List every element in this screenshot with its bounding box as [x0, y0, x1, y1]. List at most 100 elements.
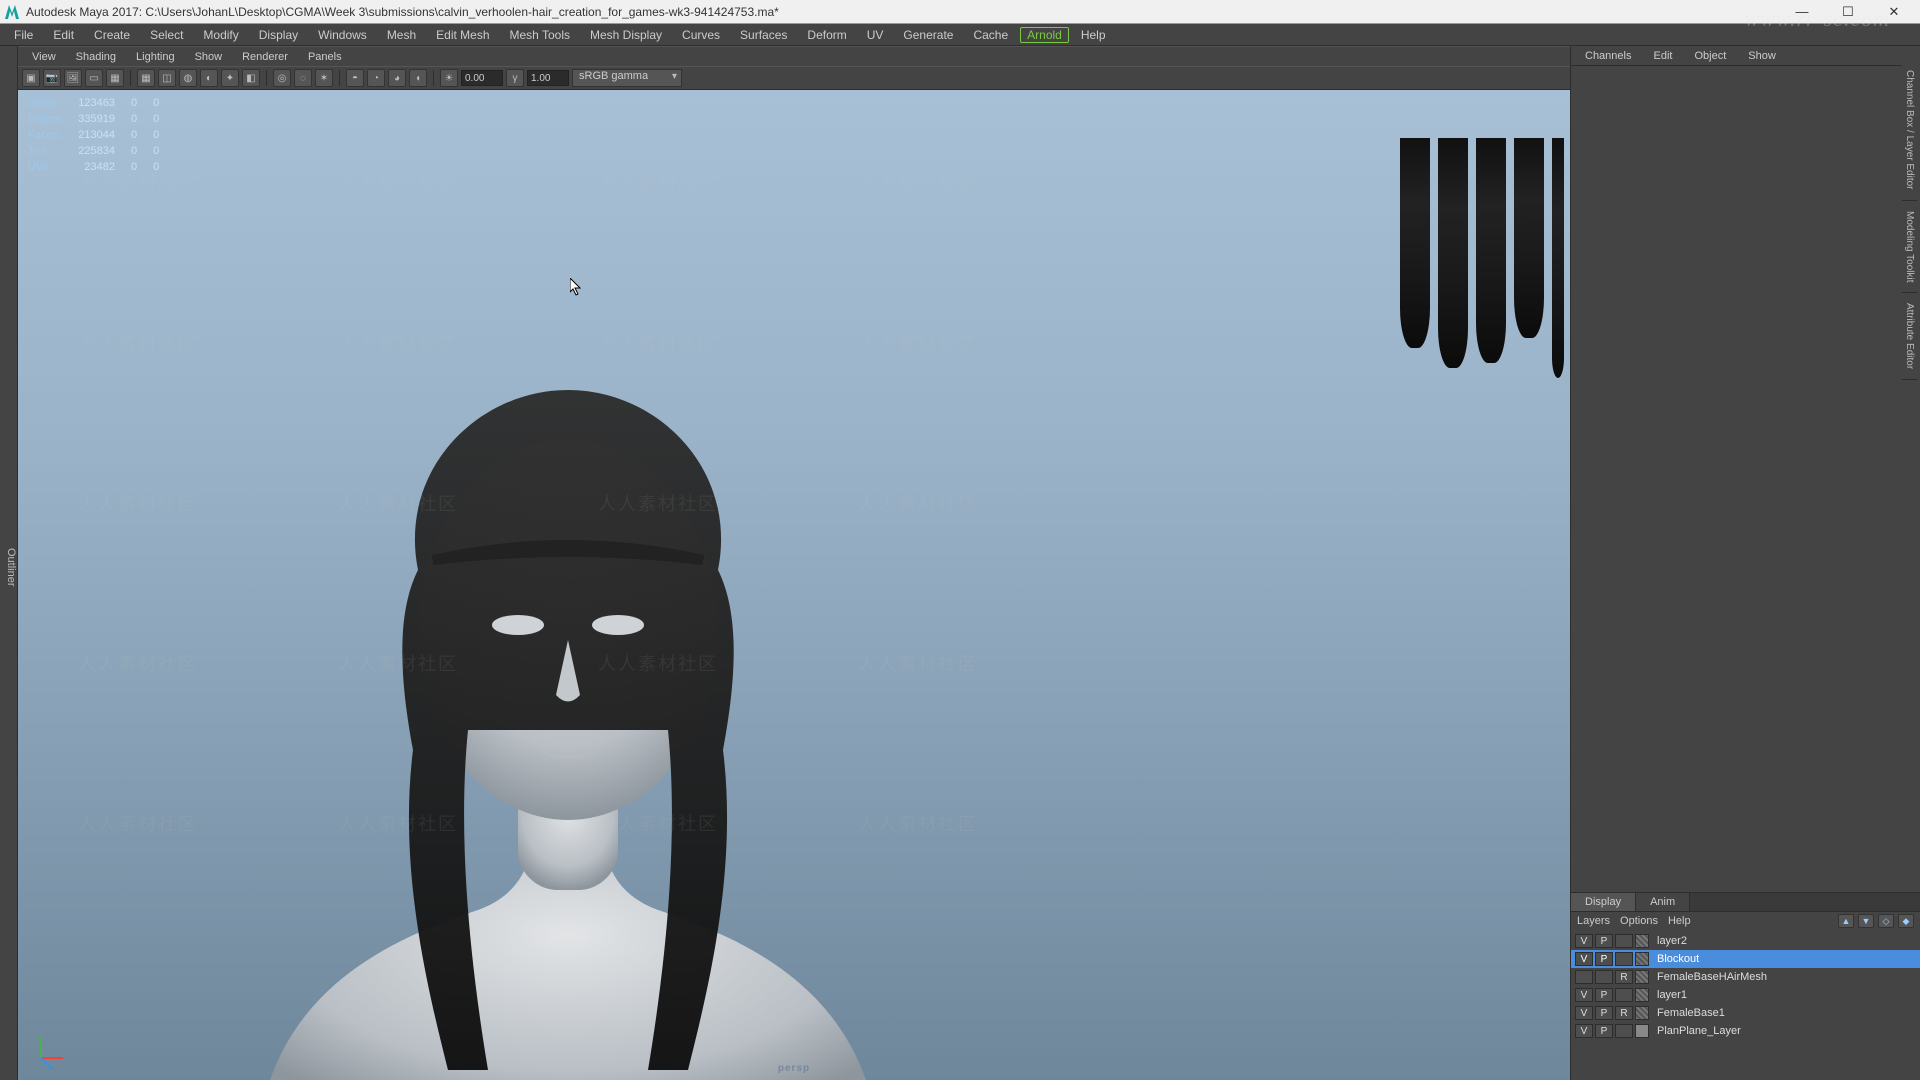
- exposure-icon[interactable]: ☀: [440, 69, 458, 87]
- menu-display[interactable]: Display: [251, 26, 306, 44]
- select-camera-icon[interactable]: ▣: [22, 69, 40, 87]
- menu-arnold[interactable]: Arnold: [1020, 27, 1069, 43]
- wireframe-icon[interactable]: ◫: [158, 69, 176, 87]
- layer-color-swatch[interactable]: [1635, 934, 1649, 948]
- channel-menu-edit[interactable]: Edit: [1645, 49, 1680, 63]
- channel-menu-show[interactable]: Show: [1740, 49, 1784, 63]
- panel-menu-renderer[interactable]: Renderer: [234, 50, 296, 64]
- panel-menu-lighting[interactable]: Lighting: [128, 50, 183, 64]
- layer-display-type-toggle[interactable]: R: [1615, 1006, 1633, 1020]
- motion-blur-icon[interactable]: ◔: [367, 69, 385, 87]
- menu-windows[interactable]: Windows: [310, 26, 375, 44]
- layer-display-type-toggle[interactable]: [1615, 1024, 1633, 1038]
- layer-row[interactable]: RFemaleBaseHAirMesh: [1571, 968, 1920, 986]
- layer-row[interactable]: VPBlockout: [1571, 950, 1920, 968]
- color-management-dropdown[interactable]: sRGB gamma: [572, 69, 682, 87]
- menu-edit[interactable]: Edit: [45, 26, 82, 44]
- menu-curves[interactable]: Curves: [674, 26, 728, 44]
- channel-menu-object[interactable]: Object: [1686, 49, 1734, 63]
- dof-icon[interactable]: ◖: [409, 69, 427, 87]
- layer-move-down-icon[interactable]: ▼: [1858, 914, 1874, 928]
- panel-menu-panels[interactable]: Panels: [300, 50, 350, 64]
- gamma-icon[interactable]: γ: [506, 69, 524, 87]
- exposure-field[interactable]: [461, 70, 503, 86]
- shadows-icon[interactable]: ◧: [242, 69, 260, 87]
- layer-visibility-toggle[interactable]: V: [1575, 1006, 1593, 1020]
- layer-row[interactable]: VPlayer1: [1571, 986, 1920, 1004]
- layer-visibility-toggle[interactable]: V: [1575, 1024, 1593, 1038]
- film-gate-icon[interactable]: ▭: [85, 69, 103, 87]
- layer-color-swatch[interactable]: [1635, 988, 1649, 1002]
- image-plane-icon[interactable]: 🖼: [64, 69, 82, 87]
- layer-visibility-toggle[interactable]: [1575, 970, 1593, 984]
- menu-cache[interactable]: Cache: [965, 26, 1016, 44]
- window-maximize-button[interactable]: ☐: [1826, 2, 1870, 22]
- panel-menu-shading[interactable]: Shading: [68, 50, 124, 64]
- layer-playback-toggle[interactable]: P: [1595, 934, 1613, 948]
- menu-mesh-tools[interactable]: Mesh Tools: [502, 26, 578, 44]
- layer-menu-help[interactable]: Help: [1668, 915, 1691, 927]
- layer-color-swatch[interactable]: [1635, 1024, 1649, 1038]
- tab-anim[interactable]: Anim: [1636, 893, 1690, 911]
- menu-help[interactable]: Help: [1073, 26, 1114, 44]
- gamma-field[interactable]: [527, 70, 569, 86]
- panel-menu-show[interactable]: Show: [187, 50, 231, 64]
- multisample-icon[interactable]: ◕: [388, 69, 406, 87]
- menu-deform[interactable]: Deform: [799, 26, 854, 44]
- window-close-button[interactable]: ✕: [1872, 2, 1916, 22]
- new-empty-layer-icon[interactable]: ◇: [1878, 914, 1894, 928]
- layer-playback-toggle[interactable]: P: [1595, 1024, 1613, 1038]
- resolution-gate-icon[interactable]: ▦: [106, 69, 124, 87]
- grid-icon[interactable]: ▦: [137, 69, 155, 87]
- window-minimize-button[interactable]: —: [1780, 2, 1824, 22]
- menu-uv[interactable]: UV: [859, 26, 892, 44]
- menu-mesh[interactable]: Mesh: [379, 26, 424, 44]
- menu-mesh-display[interactable]: Mesh Display: [582, 26, 670, 44]
- layer-display-type-toggle[interactable]: R: [1615, 970, 1633, 984]
- dock-tab-modeling-toolkit[interactable]: Modeling Toolkit: [1902, 201, 1917, 294]
- layer-playback-toggle[interactable]: [1595, 970, 1613, 984]
- lights-icon[interactable]: ✦: [221, 69, 239, 87]
- layer-row[interactable]: VPPlanPlane_Layer: [1571, 1022, 1920, 1040]
- shaded-icon[interactable]: ◍: [179, 69, 197, 87]
- layer-row[interactable]: VPRFemaleBase1: [1571, 1004, 1920, 1022]
- layer-visibility-toggle[interactable]: V: [1575, 952, 1593, 966]
- menu-create[interactable]: Create: [86, 26, 138, 44]
- bookmark-icon[interactable]: 📷: [43, 69, 61, 87]
- layer-row[interactable]: VPlayer2: [1571, 932, 1920, 950]
- layer-display-type-toggle[interactable]: [1615, 988, 1633, 1002]
- dock-tab-channel-box-layer-editor[interactable]: Channel Box / Layer Editor: [1902, 60, 1917, 201]
- layer-menu-layers[interactable]: Layers: [1577, 915, 1610, 927]
- layer-color-swatch[interactable]: [1635, 970, 1649, 984]
- layer-color-swatch[interactable]: [1635, 1006, 1649, 1020]
- tab-display[interactable]: Display: [1571, 893, 1636, 911]
- dock-tab-attribute-editor[interactable]: Attribute Editor: [1902, 293, 1917, 380]
- ao-icon[interactable]: ◓: [346, 69, 364, 87]
- channel-menu-channels[interactable]: Channels: [1577, 49, 1639, 63]
- panel-menu-view[interactable]: View: [24, 50, 64, 64]
- xray-joints-icon[interactable]: ✶: [315, 69, 333, 87]
- layer-move-up-icon[interactable]: ▲: [1838, 914, 1854, 928]
- window-titlebar: Autodesk Maya 2017: C:\Users\JohanL\Desk…: [0, 0, 1920, 24]
- isolate-icon[interactable]: ◎: [273, 69, 291, 87]
- layer-display-type-toggle[interactable]: [1615, 934, 1633, 948]
- menu-edit-mesh[interactable]: Edit Mesh: [428, 26, 497, 44]
- menu-select[interactable]: Select: [142, 26, 191, 44]
- textured-icon[interactable]: ◐: [200, 69, 218, 87]
- layer-playback-toggle[interactable]: P: [1595, 988, 1613, 1002]
- layer-playback-toggle[interactable]: P: [1595, 1006, 1613, 1020]
- perspective-viewport[interactable]: Verts:12346300Edges:33591900Faces:213044…: [18, 90, 1570, 1080]
- xray-icon[interactable]: ◌: [294, 69, 312, 87]
- layer-playback-toggle[interactable]: P: [1595, 952, 1613, 966]
- layer-menu-options[interactable]: Options: [1620, 915, 1658, 927]
- layer-visibility-toggle[interactable]: V: [1575, 988, 1593, 1002]
- menu-generate[interactable]: Generate: [895, 26, 961, 44]
- menu-file[interactable]: File: [6, 26, 41, 44]
- layer-visibility-toggle[interactable]: V: [1575, 934, 1593, 948]
- layer-color-swatch[interactable]: [1635, 952, 1649, 966]
- layer-display-type-toggle[interactable]: [1615, 952, 1633, 966]
- menu-modify[interactable]: Modify: [195, 26, 246, 44]
- outliner-collapsed-tab[interactable]: Outliner: [0, 46, 18, 1080]
- new-layer-from-selected-icon[interactable]: ◆: [1898, 914, 1914, 928]
- menu-surfaces[interactable]: Surfaces: [732, 26, 795, 44]
